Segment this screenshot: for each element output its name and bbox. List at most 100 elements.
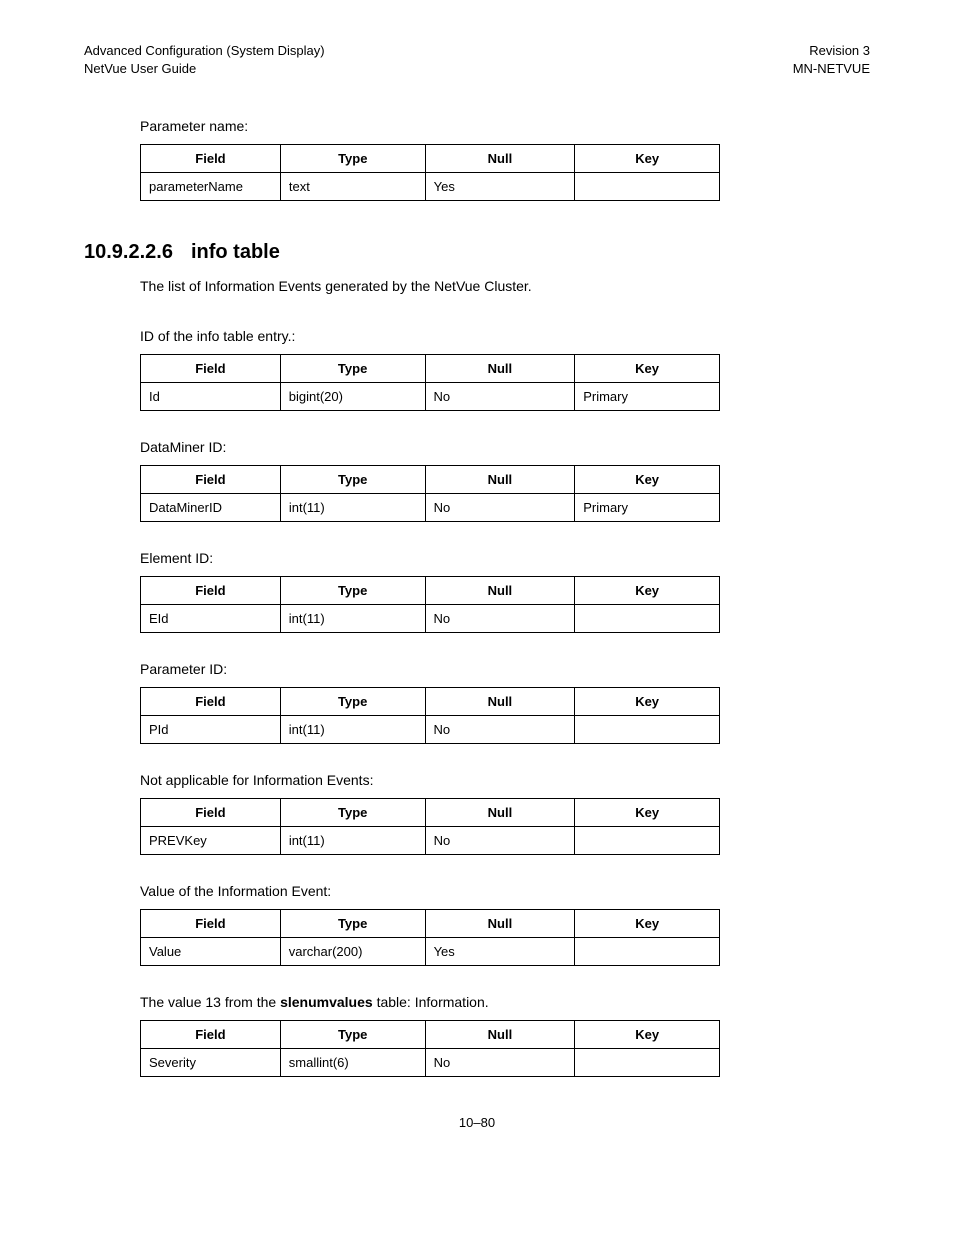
th-field: Field: [141, 910, 281, 938]
th-null: Null: [425, 466, 575, 494]
th-null: Null: [425, 577, 575, 605]
cell-null: No: [425, 716, 575, 744]
header-right-1: Revision 3: [809, 42, 870, 60]
cell-key: [575, 938, 720, 966]
schema-table: FieldTypeNullKeyValuevarchar(200)Yes: [140, 909, 720, 966]
section-title: info table: [191, 241, 280, 263]
cell-field: PId: [141, 716, 281, 744]
intro-table: Field Type Null Key parameterName text Y…: [140, 144, 720, 201]
cell-field: Value: [141, 938, 281, 966]
th-field: Field: [141, 145, 281, 173]
cell-key: Primary: [575, 383, 720, 411]
cell-type: int(11): [280, 827, 425, 855]
table-header-row: FieldTypeNullKey: [141, 355, 720, 383]
table-header-row: Field Type Null Key: [141, 1021, 720, 1049]
table-header-row: FieldTypeNullKey: [141, 577, 720, 605]
table-header-row: FieldTypeNullKey: [141, 910, 720, 938]
cell-type: int(11): [280, 494, 425, 522]
th-type: Type: [280, 577, 425, 605]
section-number: 10.9.2.2.6: [84, 241, 173, 263]
section-desc: The list of Information Events generated…: [140, 278, 870, 294]
last-caption: The value 13 from the slenumvalues table…: [140, 994, 870, 1010]
cell-null: No: [425, 1049, 575, 1077]
table-caption: Parameter ID:: [140, 661, 870, 677]
th-type: Type: [280, 466, 425, 494]
th-type: Type: [280, 688, 425, 716]
table-row: PREVKeyint(11)No: [141, 827, 720, 855]
table-row: PIdint(11)No: [141, 716, 720, 744]
cell-type: int(11): [280, 605, 425, 633]
table-header-row: FieldTypeNullKey: [141, 688, 720, 716]
cell-field: EId: [141, 605, 281, 633]
table-header-row: FieldTypeNullKey: [141, 466, 720, 494]
th-key: Key: [575, 688, 720, 716]
cell-type: text: [280, 173, 425, 201]
table-row: DataMinerIDint(11)NoPrimary: [141, 494, 720, 522]
th-key: Key: [575, 577, 720, 605]
caption-bold: slenumvalues: [280, 994, 373, 1010]
cell-field: Severity: [141, 1049, 281, 1077]
last-table: Field Type Null Key Severity smallint(6)…: [140, 1020, 720, 1077]
cell-null: Yes: [425, 938, 575, 966]
table-row: Valuevarchar(200)Yes: [141, 938, 720, 966]
table-row: EIdint(11)No: [141, 605, 720, 633]
schema-table: FieldTypeNullKeyIdbigint(20)NoPrimary: [140, 354, 720, 411]
cell-type: varchar(200): [280, 938, 425, 966]
schema-table: FieldTypeNullKeyEIdint(11)No: [140, 576, 720, 633]
th-key: Key: [575, 145, 720, 173]
table-row: Idbigint(20)NoPrimary: [141, 383, 720, 411]
th-null: Null: [425, 910, 575, 938]
cell-null: Yes: [425, 173, 575, 201]
table-row: Severity smallint(6) No: [141, 1049, 720, 1077]
cell-null: No: [425, 383, 575, 411]
th-field: Field: [141, 688, 281, 716]
table-caption: DataMiner ID:: [140, 439, 870, 455]
th-key: Key: [575, 910, 720, 938]
schema-table: FieldTypeNullKeyPREVKeyint(11)No: [140, 798, 720, 855]
content: Parameter name: Field Type Null Key para…: [84, 118, 870, 201]
header-left-2: NetVue User Guide: [84, 60, 196, 78]
th-null: Null: [425, 688, 575, 716]
table-caption: Not applicable for Information Events:: [140, 772, 870, 788]
th-key: Key: [575, 355, 720, 383]
cell-field: parameterName: [141, 173, 281, 201]
table-header-row: Field Type Null Key: [141, 145, 720, 173]
cell-field: DataMinerID: [141, 494, 281, 522]
cell-key: [575, 716, 720, 744]
th-key: Key: [575, 466, 720, 494]
cell-field: PREVKey: [141, 827, 281, 855]
cell-type: bigint(20): [280, 383, 425, 411]
header-left-1: Advanced Configuration (System Display): [84, 42, 325, 60]
cell-null: No: [425, 827, 575, 855]
th-null: Null: [425, 355, 575, 383]
caption-post: table: Information.: [373, 994, 489, 1010]
th-key: Key: [575, 1021, 720, 1049]
cell-key: [575, 1049, 720, 1077]
cell-null: No: [425, 605, 575, 633]
table-caption: Element ID:: [140, 550, 870, 566]
table-caption: Value of the Information Event:: [140, 883, 870, 899]
th-field: Field: [141, 799, 281, 827]
section-heading: 10.9.2.2.6 info table: [84, 241, 870, 264]
th-field: Field: [141, 1021, 281, 1049]
cell-type: int(11): [280, 716, 425, 744]
th-type: Type: [280, 799, 425, 827]
table-row: parameterName text Yes: [141, 173, 720, 201]
cell-field: Id: [141, 383, 281, 411]
th-type: Type: [280, 910, 425, 938]
schema-table: FieldTypeNullKeyPIdint(11)No: [140, 687, 720, 744]
caption-pre: The value 13 from the: [140, 994, 280, 1010]
th-type: Type: [280, 1021, 425, 1049]
th-type: Type: [280, 355, 425, 383]
cell-type: smallint(6): [280, 1049, 425, 1077]
cell-key: [575, 605, 720, 633]
th-field: Field: [141, 466, 281, 494]
header-right-2: MN-NETVUE: [793, 60, 870, 78]
table-header-row: FieldTypeNullKey: [141, 799, 720, 827]
page-header: Advanced Configuration (System Display) …: [84, 42, 870, 78]
th-null: Null: [425, 145, 575, 173]
page-footer: 10–80: [84, 1115, 870, 1130]
th-type: Type: [280, 145, 425, 173]
cell-key: Primary: [575, 494, 720, 522]
th-field: Field: [141, 355, 281, 383]
